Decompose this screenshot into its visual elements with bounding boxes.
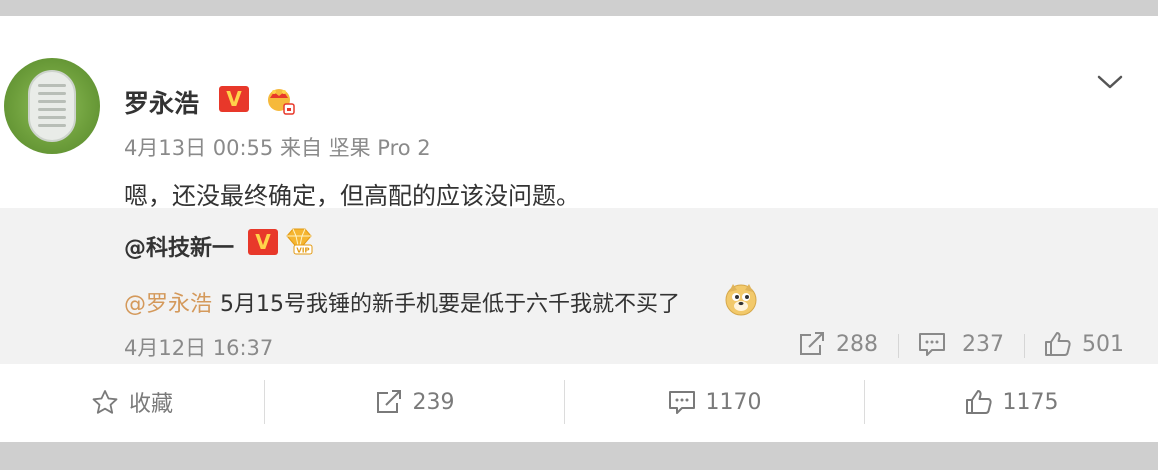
verified-badge-icon: V [248,229,278,255]
repost-comment-count: 237 [962,331,1004,357]
comment-count: 1170 [705,389,762,415]
comment-icon [668,391,695,414]
action-bar: 收藏 239 1170 1175 [0,362,1158,442]
favorite-button[interactable]: 收藏 [0,362,264,442]
share-count: 239 [412,389,455,415]
favorite-label: 收藏 [128,392,173,417]
mention-link[interactable]: @罗永浩 [124,292,212,317]
repost-username[interactable]: @科技新一 [124,230,234,262]
post-meta: 4月13日 00:55 来自 坚果 Pro 2 [124,136,431,160]
chevron-down-icon[interactable] [1096,72,1124,92]
weibo-post-card: 罗永浩 V 4月13日 00:55 来自 坚果 Pro 2 嗯，还没最终确定，但… [0,16,1158,442]
divider [898,334,899,358]
star-icon [92,390,118,414]
repost-share-button[interactable]: 288 [798,328,878,360]
repost-like-button[interactable]: 501 [1044,328,1124,360]
share-icon [376,390,401,413]
verified-badge-icon: V [219,86,249,112]
comment-icon [919,333,945,356]
repost-stats: 288 237 501 [0,328,1158,360]
comment-button[interactable]: 1170 [565,362,864,442]
repost-share-count: 288 [836,331,878,357]
crown-icon [268,89,295,115]
thumbs-up-icon [1045,332,1071,356]
doge-emoji-icon [725,284,757,316]
repost-comment-button[interactable]: 237 [918,328,1004,360]
post-content: 嗯，还没最终确定，但高配的应该没问题。 [124,182,580,210]
reposted-content[interactable]: @科技新一 V VIP @罗永浩 5月15号我锤的新手机要是低于六千我就不买了 4… [0,208,1158,364]
author-name[interactable]: 罗永浩 [124,84,199,120]
share-icon [800,332,824,355]
thumbs-up-icon [965,390,992,414]
repost-body: 5月15号我锤的新手机要是低于六千我就不买了 [220,292,681,317]
vip-diamond-icon: VIP [286,228,313,255]
avatar-image [28,70,76,142]
divider [1024,334,1025,358]
svg-text:VIP: VIP [296,247,309,255]
share-button[interactable]: 239 [265,362,564,442]
like-button[interactable]: 1175 [865,362,1158,442]
avatar[interactable] [4,58,100,154]
like-count: 1175 [1002,389,1059,415]
repost-like-count: 501 [1082,331,1124,357]
repost-text: @罗永浩 5月15号我锤的新手机要是低于六千我就不买了 [124,286,680,318]
